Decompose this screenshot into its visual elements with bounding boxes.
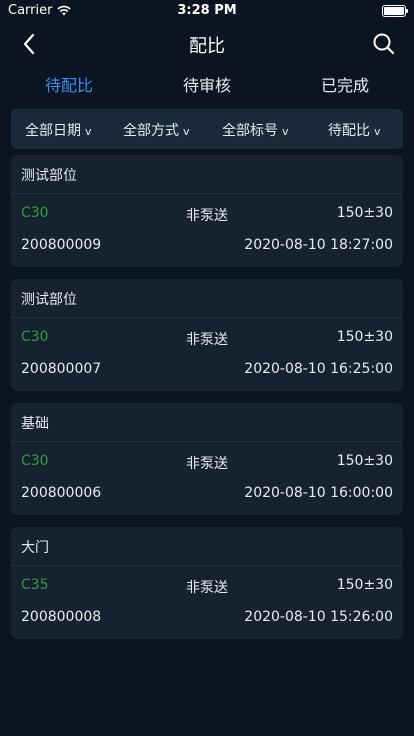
- card-slump: 150±30: [336, 453, 393, 469]
- card-code: 200800006: [21, 485, 102, 501]
- card-time: 2020-08-10 16:25:00: [244, 361, 393, 377]
- tab-pending-mix[interactable]: 待配比: [19, 72, 119, 96]
- card-slump: 150±30: [336, 577, 393, 593]
- page-title: 配比: [189, 36, 225, 57]
- filter-method[interactable]: 全部方式 v: [123, 120, 190, 140]
- card-time: 2020-08-10 16:00:00: [244, 485, 393, 501]
- search-icon[interactable]: [370, 30, 398, 58]
- status-tabs: 待配比 待审核 已完成: [0, 72, 414, 104]
- card-code: 200800007: [21, 361, 102, 377]
- card-time: 2020-08-10 18:27:00: [244, 237, 393, 253]
- tab-completed[interactable]: 已完成: [295, 72, 395, 96]
- tab-pending-review[interactable]: 待审核: [157, 72, 257, 96]
- card-code: 200800009: [21, 237, 102, 253]
- card-slump: 150±30: [336, 205, 393, 221]
- card-part: 测试部位: [21, 292, 77, 308]
- card-divider: [11, 317, 403, 318]
- filter-status-label: 待配比: [328, 123, 370, 139]
- filter-status[interactable]: 待配比 v: [328, 120, 381, 140]
- card-slump: 150±30: [336, 329, 393, 345]
- card-part: 测试部位: [21, 168, 77, 184]
- chevron-down-icon: v: [183, 125, 190, 138]
- record-card[interactable]: 基础 C30 非泵送 150±30 200800006 2020-08-10 1…: [11, 403, 403, 515]
- chevron-down-icon: v: [374, 125, 381, 138]
- card-time: 2020-08-10 15:26:00: [244, 609, 393, 625]
- nav-bar: 配比: [0, 22, 414, 66]
- filter-bar: 全部日期 v 全部方式 v 全部标号 v 待配比 v: [11, 109, 403, 149]
- chevron-down-icon: v: [85, 125, 92, 138]
- card-divider: [11, 565, 403, 566]
- card-part: 大门: [21, 540, 49, 556]
- status-bar: Carrier 3:28 PM: [0, 0, 414, 22]
- record-card[interactable]: 测试部位 C30 非泵送 150±30 200800009 2020-08-10…: [11, 155, 403, 267]
- card-code: 200800008: [21, 609, 102, 625]
- filter-method-label: 全部方式: [123, 123, 179, 139]
- record-card[interactable]: 测试部位 C30 非泵送 150±30 200800007 2020-08-10…: [11, 279, 403, 391]
- battery-icon: [382, 5, 408, 17]
- filter-grade-label: 全部标号: [222, 123, 278, 139]
- chevron-down-icon: v: [282, 125, 289, 138]
- filter-date[interactable]: 全部日期 v: [25, 120, 92, 140]
- filter-date-label: 全部日期: [25, 123, 81, 139]
- clock: 3:28 PM: [177, 3, 237, 18]
- filter-grade[interactable]: 全部标号 v: [222, 120, 289, 140]
- record-card[interactable]: 大门 C35 非泵送 150±30 200800008 2020-08-10 1…: [11, 527, 403, 639]
- card-part: 基础: [21, 416, 49, 432]
- card-divider: [11, 441, 403, 442]
- card-divider: [11, 193, 403, 194]
